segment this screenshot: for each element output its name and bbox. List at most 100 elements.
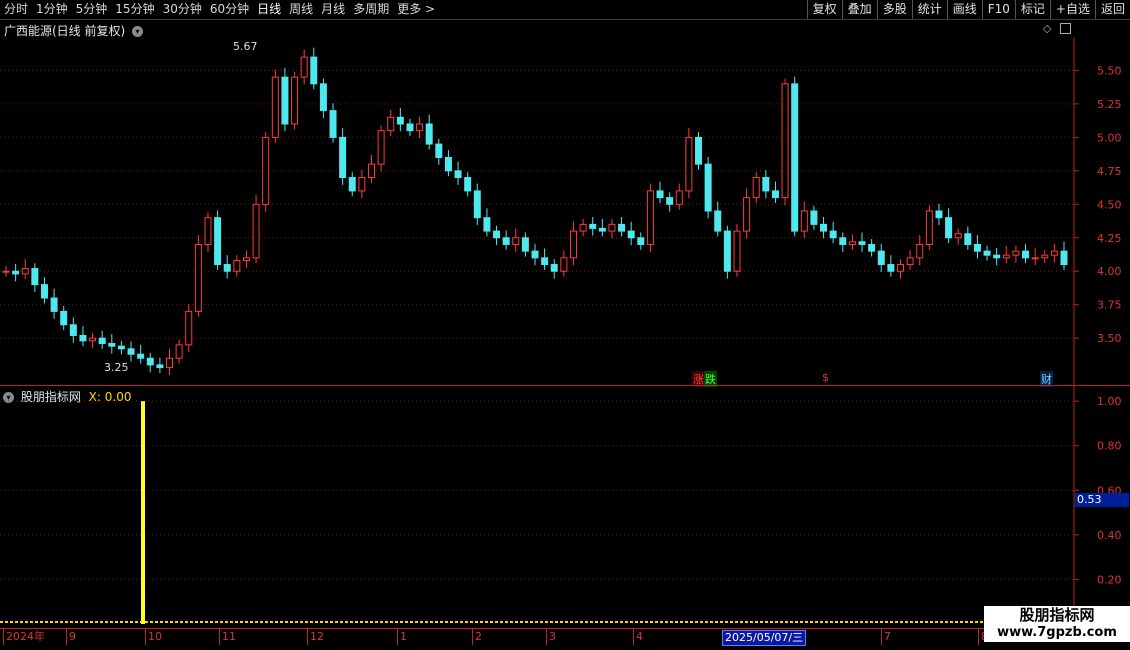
period-tab-2[interactable]: 5分钟 [72, 0, 112, 19]
candle-body [781, 83, 789, 199]
candle-body [675, 190, 683, 205]
candle-body [40, 284, 48, 299]
candle-body [69, 324, 77, 336]
candle-body [271, 76, 279, 138]
period-tab-0[interactable]: 分时 [0, 0, 32, 19]
toolbar-action-5[interactable]: F10 [981, 0, 1015, 19]
indicator-grid [0, 400, 1074, 580]
candle-body [2, 270, 10, 273]
period-tab-10[interactable]: 更多 > [393, 0, 439, 19]
candle-body [79, 334, 87, 342]
candle-body [175, 344, 183, 359]
toolbar-actions: 复权 叠加 多股 统计 画线 F10 标记 +自选 返回 [806, 0, 1130, 19]
candle-body [858, 241, 866, 245]
cursor-date-badge: 2025/05/07/三 [722, 630, 807, 646]
chevron-down-icon[interactable]: ▾ [132, 26, 144, 37]
toolbar-action-2[interactable]: 多股 [876, 0, 912, 19]
candle-body [791, 83, 799, 232]
candle-body [98, 337, 106, 345]
candle-body [983, 250, 991, 256]
candle-body [291, 76, 299, 125]
candle-body [829, 230, 837, 239]
toolbar-action-6[interactable]: 标记 [1014, 0, 1050, 19]
candle-body [637, 237, 645, 245]
time-axis-label: 2 [472, 629, 482, 645]
toolbar-action-8[interactable]: 返回 [1094, 0, 1130, 19]
time-axis-label: 10 [145, 629, 162, 645]
candle-body [425, 123, 433, 145]
candle-body [1022, 250, 1030, 259]
candlestick-chart[interactable]: 5.50 5.25 5.00 4.75 4.50 4.25 4.00 3.75 3.50 5.6… [0, 37, 1130, 385]
period-tab-3[interactable]: 15分钟 [111, 0, 158, 19]
time-axis-label: 4 [633, 629, 643, 645]
low-price-label: 3.25 [104, 361, 129, 374]
time-axis-label: 1 [397, 629, 407, 645]
candle-body [925, 210, 933, 245]
toolbar-action-4[interactable]: 画线 [946, 0, 982, 19]
main-grid [0, 69, 1074, 339]
candle-body [406, 123, 414, 132]
candle-body [916, 243, 924, 259]
candle-body [223, 264, 231, 272]
dollar-marker-icon[interactable]: $ [822, 371, 829, 384]
candle-body [589, 223, 597, 229]
price-tick-label: 5.50 [1097, 64, 1122, 77]
toolbar-action-7[interactable]: +自选 [1049, 0, 1095, 19]
indicator-tick-label: 1.00 [1097, 395, 1122, 408]
price-tick-label: 3.75 [1097, 299, 1122, 312]
candle-body [627, 230, 635, 239]
period-tab-6[interactable]: 日线 [253, 0, 285, 19]
period-tab-9[interactable]: 多周期 [349, 0, 393, 19]
candle-body [50, 297, 58, 312]
candle-body [339, 136, 347, 179]
watermark-line2: www.7gpzb.com [997, 625, 1117, 640]
candle-body [993, 254, 1001, 259]
period-tab-5[interactable]: 60分钟 [206, 0, 253, 19]
candle-body [454, 170, 462, 179]
diamond-icon[interactable]: ◇ [1043, 22, 1051, 35]
candle-body [493, 230, 501, 239]
time-axis-label: 9 [66, 629, 76, 645]
toolbar-action-0[interactable]: 复权 [806, 0, 842, 19]
candle-body [954, 233, 962, 239]
time-axis-label: 2024年 [3, 629, 45, 645]
period-tabs: 分时 1分钟 5分钟 15分钟 30分钟 60分钟 日线 周线 月线 多周期 更多 > [0, 0, 439, 19]
candle-body [743, 197, 751, 232]
price-tick-label: 5.25 [1097, 98, 1122, 111]
candle-body [12, 270, 20, 275]
candle-body [262, 136, 270, 205]
candle-body [685, 136, 693, 192]
watermark-line1: 股朋指标网 [1019, 606, 1095, 624]
period-tab-7[interactable]: 周线 [285, 0, 317, 19]
price-tick-label: 5.00 [1097, 131, 1122, 144]
candle-body [31, 268, 39, 286]
candle-body [579, 223, 587, 232]
price-tick-label: 4.50 [1097, 198, 1122, 211]
time-axis: 2024年9101112123478 [0, 629, 1130, 650]
candle-body [502, 237, 510, 245]
candle-body [945, 217, 953, 239]
candle-body [416, 123, 424, 132]
candle-body [156, 364, 164, 369]
indicator-bars [0, 401, 1074, 624]
period-tab-4[interactable]: 30分钟 [159, 0, 206, 19]
candle-body [973, 243, 981, 252]
period-tab-1[interactable]: 1分钟 [32, 0, 72, 19]
candle-body [666, 197, 674, 205]
candle-body [1060, 250, 1068, 266]
candle-body [89, 337, 97, 342]
candle-body [464, 177, 472, 192]
candle-body [194, 243, 202, 312]
candle-body [714, 210, 722, 232]
stock-title: 广西能源(日线 前复权) [4, 24, 126, 38]
candle-body [723, 230, 731, 272]
period-tab-8[interactable]: 月线 [317, 0, 349, 19]
candle-body [252, 203, 260, 259]
candle-body [541, 257, 549, 266]
toolbar-action-1[interactable]: 叠加 [841, 0, 877, 19]
candle-body [704, 163, 712, 212]
toolbar-action-3[interactable]: 统计 [911, 0, 947, 19]
price-tick-label: 4.00 [1097, 265, 1122, 278]
indicator-chart[interactable]: 1.000.800.600.400.20 [0, 386, 1130, 628]
layout-toggle-icon[interactable] [1060, 23, 1071, 34]
